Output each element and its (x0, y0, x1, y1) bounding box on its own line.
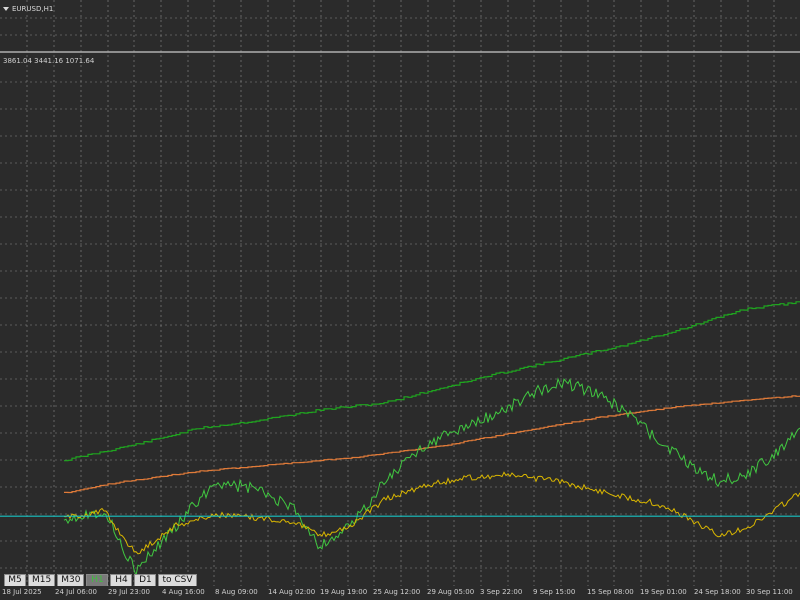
x-axis-tick-label: 30 Sep 11:00 (746, 588, 793, 596)
x-axis-tick-label: 18 Jul 2025 (2, 588, 42, 596)
x-axis-tick-label: 14 Aug 02:00 (268, 588, 316, 596)
x-axis-tick-label: 29 Aug 05:00 (427, 588, 475, 596)
x-axis-tick-label: 9 Sep 15:00 (533, 588, 576, 596)
indicator-values-label: 3861.04 3441.16 1071.64 (3, 57, 95, 65)
series-line-yellow (63, 471, 800, 555)
x-axis-tick-label: 29 Jul 23:00 (108, 588, 150, 596)
chart-window: EURUSD,H1 3861.04 3441.16 1071.64 M5 M15 M… (0, 0, 800, 600)
price-chart[interactable] (0, 0, 800, 600)
series-line-green-dark (64, 301, 800, 462)
x-axis-tick-label: 19 Aug 19:00 (320, 588, 368, 596)
x-axis-tick-label: 4 Aug 16:00 (162, 588, 205, 596)
x-axis-tick-label: 19 Sep 01:00 (640, 588, 687, 596)
series-line-green-light (63, 377, 800, 578)
x-axis-tick-label: 24 Jul 06:00 (55, 588, 97, 596)
x-axis-tick-label: 25 Aug 12:00 (373, 588, 421, 596)
x-axis-tick-label: 8 Aug 09:00 (215, 588, 258, 596)
x-axis-tick-label: 3 Sep 22:00 (480, 588, 523, 596)
time-axis: 18 Jul 2025 24 Jul 06:00 29 Jul 23:00 4 Aug… (0, 586, 800, 600)
x-axis-tick-label: 24 Sep 18:00 (694, 588, 741, 596)
x-axis-tick-label: 15 Sep 08:00 (587, 588, 634, 596)
